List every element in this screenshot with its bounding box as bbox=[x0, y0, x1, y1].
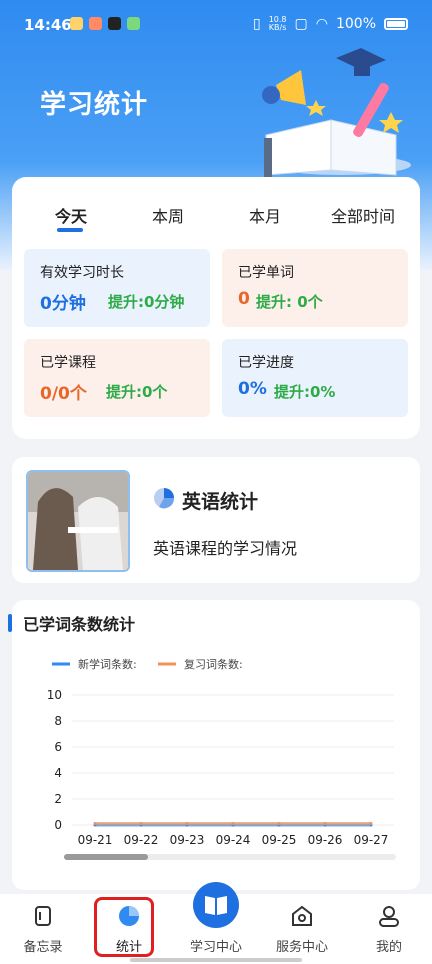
tab-week[interactable]: 本周 bbox=[152, 203, 184, 227]
x-tick-label: 09-23 bbox=[170, 833, 205, 847]
app-icon bbox=[89, 17, 102, 30]
metric-value: 0% bbox=[238, 379, 267, 399]
vibrate-icon: ▯ bbox=[252, 16, 261, 32]
y-tick-label: 8 bbox=[54, 714, 62, 728]
net-speed: 10.8 KB/s bbox=[269, 16, 287, 32]
x-tick-label: 09-22 bbox=[124, 833, 159, 847]
metric-value: 0/0个 bbox=[40, 384, 87, 404]
metric-study-time[interactable]: 有效学习时长 0分钟 提升:0分钟 bbox=[24, 249, 210, 327]
service-icon bbox=[292, 905, 312, 926]
metric-boost: 提升:0分钟 bbox=[108, 293, 185, 311]
x-tick-label: 09-25 bbox=[262, 833, 297, 847]
metric-progress[interactable]: 已学进度 0% 提升:0% bbox=[222, 339, 408, 417]
english-stats-card[interactable]: 英语统计 英语课程的学习情况 bbox=[12, 457, 420, 583]
metric-courses-learned[interactable]: 已学课程 0/0个 提升:0个 bbox=[24, 339, 210, 417]
chart-scroll-thumb[interactable] bbox=[64, 854, 148, 860]
wifi-icon: ◠ bbox=[315, 16, 328, 32]
data-point bbox=[277, 822, 281, 825]
data-point bbox=[139, 822, 143, 825]
weibo-icon bbox=[70, 17, 83, 30]
x-tick-label: 09-26 bbox=[308, 833, 343, 847]
metric-words-learned[interactable]: 已学单词 0 提升: 0个 bbox=[222, 249, 408, 327]
net-speed-unit: KB/s bbox=[268, 23, 287, 32]
metric-boost: 提升:0个 bbox=[106, 383, 168, 401]
pie-chart-icon bbox=[154, 488, 175, 509]
nav-label: 备忘录 bbox=[23, 940, 63, 955]
chart-title: 已学词条数统计 bbox=[23, 615, 136, 634]
metric-label: 已学课程 bbox=[40, 355, 96, 371]
english-card-description: 英语课程的学习情况 bbox=[153, 539, 298, 558]
nav-memo[interactable]: 备忘录 bbox=[0, 894, 86, 964]
nav-label: 服务中心 bbox=[275, 940, 328, 955]
tiktok-icon bbox=[108, 17, 121, 30]
battery-percent: 100% bbox=[335, 16, 376, 32]
chat-icon bbox=[127, 17, 140, 30]
section-accent-bar bbox=[8, 614, 12, 632]
x-tick-label: 09-21 bbox=[78, 833, 113, 847]
metric-label: 已学单词 bbox=[238, 265, 294, 281]
tab-month[interactable]: 本月 bbox=[249, 203, 281, 227]
metric-boost: 提升:0% bbox=[274, 383, 336, 401]
y-tick-label: 4 bbox=[54, 766, 62, 780]
active-tab-indicator bbox=[57, 228, 83, 232]
y-tick-label: 0 bbox=[54, 818, 62, 832]
english-card-title: 英语统计 bbox=[182, 491, 259, 513]
user-icon bbox=[379, 906, 399, 927]
stats-card: 今天 本周 本月 全部时间 有效学习时长 0分钟 提升:0分钟 已学单词 0 提… bbox=[12, 177, 420, 439]
nav-label: 学习中心 bbox=[189, 940, 242, 955]
tab-today[interactable]: 今天 bbox=[55, 203, 87, 227]
book-icon bbox=[205, 896, 227, 915]
notification-icons bbox=[70, 17, 140, 30]
home-indicator[interactable] bbox=[130, 958, 302, 962]
metric-label: 有效学习时长 bbox=[40, 265, 124, 281]
page-title: 学习统计 bbox=[40, 90, 149, 120]
nav-profile[interactable]: 我的 bbox=[346, 894, 432, 964]
nav-service-center[interactable]: 服务中心 bbox=[259, 894, 345, 964]
metric-value: 0 bbox=[238, 289, 250, 309]
nav-label: 我的 bbox=[375, 940, 402, 955]
battery-icon bbox=[384, 18, 408, 30]
sim-icon: ▢ bbox=[294, 16, 308, 32]
data-point bbox=[323, 822, 327, 825]
study-center-button[interactable] bbox=[193, 882, 239, 928]
line-chart: 新学词条数: 复习词条数: 0 2 4 6 8 10 09-21 09-22 09-23 09-24 0… bbox=[47, 657, 396, 860]
word-count-chart-card: 已学词条数统计 新学词条数: 复习词条数: 0 2 4 6 8 10 09-21 09-22 09-… bbox=[8, 600, 420, 890]
metric-boost: 提升: 0个 bbox=[256, 293, 323, 311]
data-point bbox=[185, 822, 189, 825]
data-point bbox=[231, 822, 235, 825]
data-point bbox=[369, 822, 373, 825]
legend-label: 新学词条数: bbox=[78, 657, 137, 671]
x-tick-label: 09-24 bbox=[216, 833, 251, 847]
y-tick-label: 10 bbox=[47, 688, 62, 702]
selection-highlight bbox=[94, 897, 154, 957]
memo-icon bbox=[35, 906, 51, 926]
english-thumbnail bbox=[26, 470, 130, 572]
status-right: ▯ 10.8 KB/s ▢ ◠ 100% bbox=[253, 16, 408, 32]
legend-label: 复习词条数: bbox=[184, 657, 243, 671]
metric-value: 0分钟 bbox=[40, 294, 86, 314]
tab-all-time[interactable]: 全部时间 bbox=[331, 203, 395, 227]
metric-label: 已学进度 bbox=[238, 355, 294, 371]
time-range-tabs: 今天 本周 本月 全部时间 bbox=[12, 177, 420, 247]
data-point bbox=[93, 822, 97, 825]
y-tick-label: 6 bbox=[54, 740, 62, 754]
y-tick-label: 2 bbox=[54, 792, 62, 806]
status-time: 14:46 bbox=[24, 16, 72, 34]
study-illustration bbox=[262, 48, 411, 178]
x-tick-label: 09-27 bbox=[354, 833, 389, 847]
